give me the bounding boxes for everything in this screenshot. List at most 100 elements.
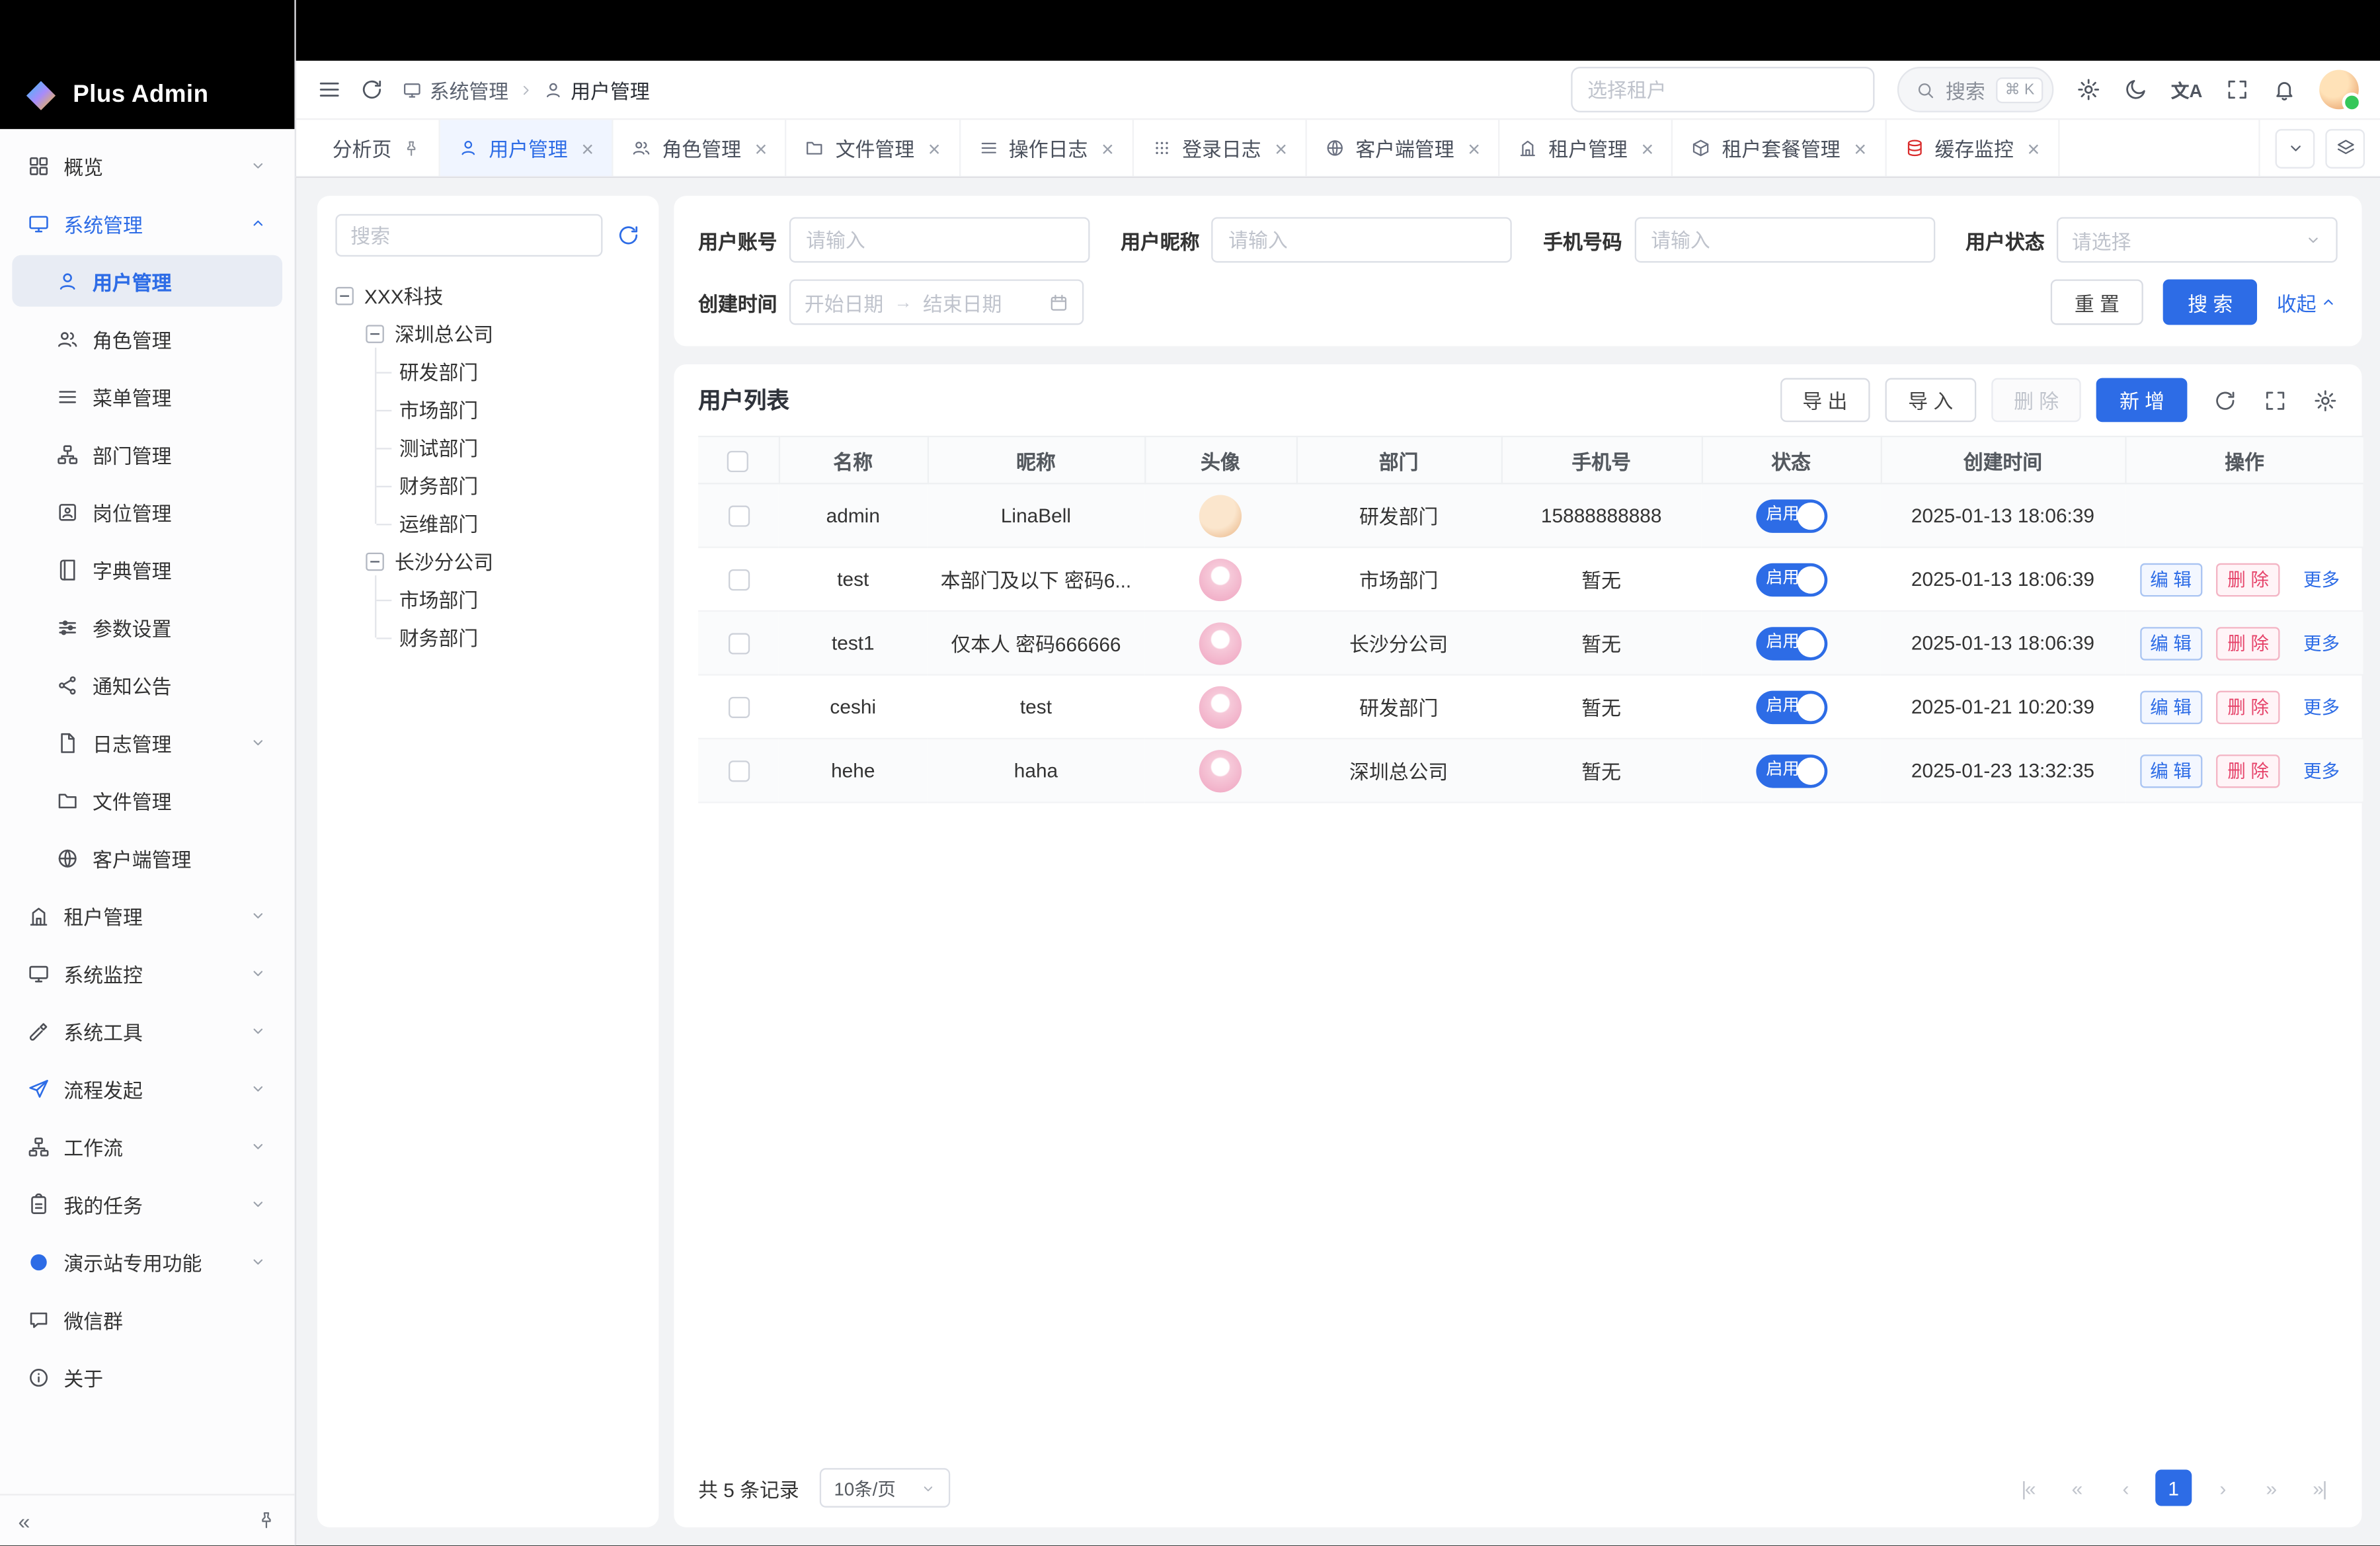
global-search-button[interactable]: 搜索 ⌘ K [1897, 67, 2055, 112]
add-button[interactable]: 新 增 [2097, 378, 2188, 423]
tree-node-leaf[interactable]: 财务部门 [335, 466, 640, 504]
sidebar-item-role-mgmt[interactable]: 角色管理 [12, 313, 282, 364]
close-icon[interactable]: × [1275, 138, 1287, 159]
edit-button[interactable]: 编 辑 [2139, 754, 2202, 788]
row-checkbox[interactable] [728, 633, 749, 655]
collapse-filters-link[interactable]: 收起 [2277, 288, 2338, 317]
status-toggle[interactable]: 启用 [1755, 690, 1827, 723]
more-button[interactable]: 更多 [2294, 690, 2349, 723]
select-all-checkbox[interactable] [727, 450, 748, 471]
sidebar-item-wechat-group[interactable]: 微信群 [12, 1293, 282, 1345]
status-select[interactable]: 请选择 [2057, 217, 2338, 263]
phone-input[interactable] [1634, 217, 1935, 263]
export-button[interactable]: 导 出 [1780, 378, 1870, 423]
row-checkbox[interactable] [728, 570, 749, 591]
pin-icon[interactable] [402, 139, 420, 157]
sidebar-item-demo-features[interactable]: 演示站专用功能 [12, 1236, 282, 1287]
tab-file-mgmt[interactable]: 文件管理 × [787, 120, 960, 176]
close-icon[interactable]: × [755, 138, 768, 159]
edit-button[interactable]: 编 辑 [2139, 690, 2202, 723]
sidebar-item-my-tasks[interactable]: 我的任务 [12, 1178, 282, 1230]
sidebar-item-workflow[interactable]: 工作流 [12, 1120, 282, 1172]
breadcrumb-system-mgmt[interactable]: 系统管理 [402, 75, 508, 104]
sidebar-item-param-settings[interactable]: 参数设置 [12, 601, 282, 653]
tree-node-root[interactable]: XXX科技 [335, 276, 640, 314]
tab-tenant-mgmt[interactable]: 租户管理 × [1500, 120, 1673, 176]
refresh-icon[interactable] [360, 77, 384, 102]
close-icon[interactable]: × [1854, 138, 1866, 159]
close-icon[interactable]: × [928, 138, 941, 159]
prev-group-button[interactable]: « [2058, 1469, 2094, 1506]
tab-list-dropdown-button[interactable] [2276, 128, 2315, 168]
sidebar-pin-button[interactable] [257, 1510, 276, 1530]
tree-node-leaf[interactable]: 测试部门 [335, 428, 640, 466]
sidebar-item-dict-mgmt[interactable]: 字典管理 [12, 544, 282, 595]
sidebar-item-client-mgmt[interactable]: 客户端管理 [12, 832, 282, 883]
close-icon[interactable]: × [1641, 138, 1653, 159]
tab-tenant-package-mgmt[interactable]: 租户套餐管理 × [1673, 120, 1886, 176]
more-button[interactable]: 更多 [2294, 754, 2349, 788]
tree-node-leaf[interactable]: 财务部门 [335, 618, 640, 655]
delete-row-button[interactable]: 删 除 [2217, 563, 2280, 596]
translate-icon[interactable]: 文A [2171, 77, 2202, 102]
close-icon[interactable]: × [1468, 138, 1480, 159]
sidebar-item-post-mgmt[interactable]: 岗位管理 [12, 486, 282, 538]
row-checkbox[interactable] [728, 506, 749, 527]
status-toggle[interactable]: 启用 [1755, 754, 1827, 788]
sidebar-item-user-mgmt[interactable]: 用户管理 [12, 255, 282, 307]
breadcrumb-user-mgmt[interactable]: 用户管理 [543, 75, 650, 104]
import-button[interactable]: 导 入 [1885, 378, 1976, 423]
tree-collapse-icon[interactable] [366, 552, 384, 571]
sidebar-item-flow-start[interactable]: 流程发起 [12, 1063, 282, 1114]
user-avatar[interactable] [2319, 70, 2359, 110]
tab-layout-button[interactable] [2325, 128, 2365, 168]
sidebar-item-overview[interactable]: 概览 [12, 140, 282, 191]
gear-icon[interactable] [2313, 388, 2338, 413]
refresh-icon[interactable] [616, 223, 641, 247]
sidebar-item-tenant-mgmt[interactable]: 租户管理 [12, 889, 282, 941]
notifications-button[interactable] [2272, 77, 2297, 102]
tree-node-leaf[interactable]: 市场部门 [335, 580, 640, 618]
sidebar-item-system-tools[interactable]: 系统工具 [12, 1005, 282, 1057]
last-page-button[interactable]: »| [2301, 1469, 2338, 1506]
tab-cache-monitor[interactable]: 缓存监控 × [1886, 120, 2059, 176]
tab-login-log[interactable]: 登录日志 × [1134, 120, 1307, 176]
row-checkbox[interactable] [728, 697, 749, 718]
sidebar-item-file-mgmt[interactable]: 文件管理 [12, 774, 282, 826]
tree-node-leaf[interactable]: 研发部门 [335, 352, 640, 390]
tab-client-mgmt[interactable]: 客户端管理 × [1307, 120, 1500, 176]
account-input[interactable] [789, 217, 1090, 263]
status-toggle[interactable]: 启用 [1755, 563, 1827, 596]
row-checkbox[interactable] [728, 761, 749, 782]
tab-role-mgmt[interactable]: 角色管理 × [614, 120, 787, 176]
hamburger-menu-icon[interactable] [317, 77, 342, 102]
status-toggle[interactable]: 启用 [1755, 499, 1827, 532]
sidebar-item-system-mgmt[interactable]: 系统管理 [12, 197, 282, 249]
delete-button[interactable]: 删 除 [1991, 378, 2082, 423]
reset-button[interactable]: 重 置 [2050, 279, 2143, 325]
next-page-button[interactable]: › [2204, 1469, 2241, 1506]
moon-icon[interactable] [2124, 77, 2149, 102]
sidebar-item-system-monitor[interactable]: 系统监控 [12, 948, 282, 999]
prev-page-button[interactable]: ‹ [2107, 1469, 2143, 1506]
tree-node-leaf[interactable]: 运维部门 [335, 504, 640, 542]
fullscreen-icon[interactable] [2263, 388, 2287, 413]
fullscreen-icon[interactable] [2225, 77, 2250, 102]
sidebar-item-dept-mgmt[interactable]: 部门管理 [12, 428, 282, 479]
tree-node-branch[interactable]: 长沙分公司 [335, 542, 640, 580]
sidebar-item-log-mgmt[interactable]: 日志管理 [12, 717, 282, 768]
tree-node-branch[interactable]: 深圳总公司 [335, 314, 640, 352]
date-range-picker[interactable]: 开始日期 → 结束日期 [789, 279, 1084, 325]
sidebar-collapse-button[interactable]: « [19, 1508, 30, 1533]
more-button[interactable]: 更多 [2294, 563, 2349, 596]
more-button[interactable]: 更多 [2294, 626, 2349, 660]
tab-operation-log[interactable]: 操作日志 × [960, 120, 1133, 176]
status-toggle[interactable]: 启用 [1755, 626, 1827, 660]
delete-row-button[interactable]: 删 除 [2217, 626, 2280, 660]
tree-search-input[interactable] [335, 214, 602, 257]
tab-user-mgmt[interactable]: 用户管理 × [440, 120, 614, 176]
first-page-button[interactable]: |« [2010, 1469, 2046, 1506]
gear-icon[interactable] [2077, 77, 2102, 102]
close-icon[interactable]: × [581, 138, 594, 159]
sidebar-item-menu-mgmt[interactable]: 菜单管理 [12, 370, 282, 422]
